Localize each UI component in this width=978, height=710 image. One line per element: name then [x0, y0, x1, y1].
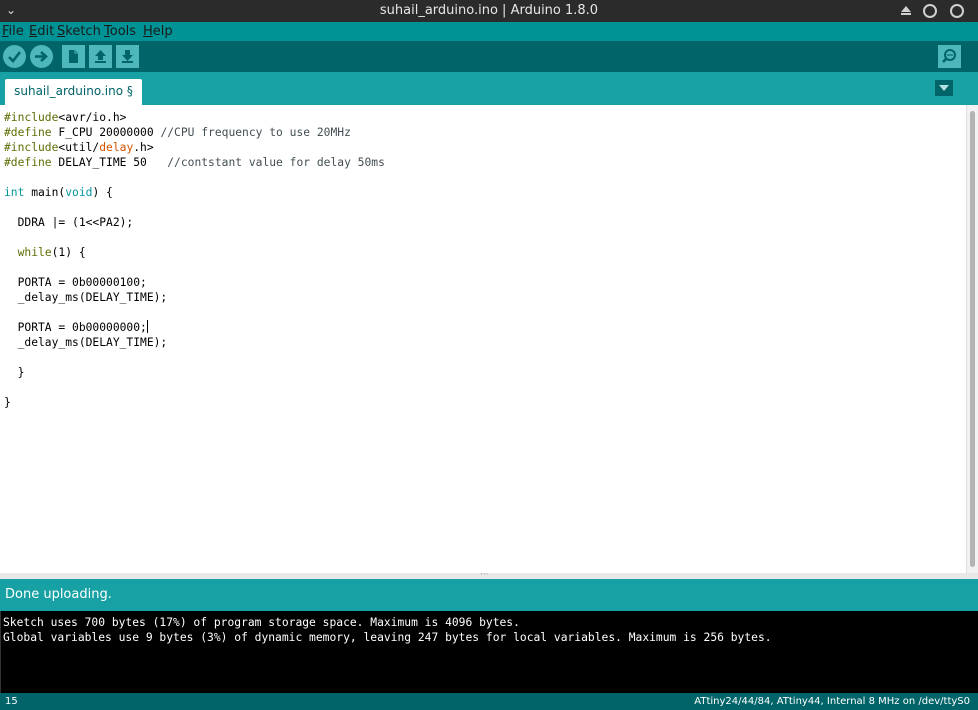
- code-token: }: [4, 366, 25, 379]
- code-token: //contstant value for delay 50ms: [167, 156, 385, 169]
- code-line[interactable]: #include<avr/io.h>: [4, 110, 126, 125]
- save-icon: [122, 50, 133, 63]
- status-bar: Done uploading.: [0, 579, 978, 611]
- scrollbar-thumb[interactable]: [970, 111, 975, 567]
- code-token: _delay_ms(DELAY_TIME);: [4, 336, 168, 349]
- code-line[interactable]: int main(void) {: [4, 185, 113, 200]
- code-token: PORTA = 0b00000100;: [4, 276, 147, 289]
- code-token: ) {: [92, 186, 113, 199]
- verify-button[interactable]: [3, 45, 26, 68]
- console-line: Global variables use 9 bytes (3%) of dyn…: [3, 631, 772, 644]
- new-button[interactable]: [62, 45, 85, 68]
- new-icon: [69, 50, 78, 63]
- upload-button[interactable]: [30, 45, 53, 68]
- code-line[interactable]: #define F_CPU 20000000 //CPU frequency t…: [4, 125, 351, 140]
- footer-bar: 15 ATtiny24/44/84, ATtiny44, Internal 8 …: [0, 693, 978, 710]
- code-token: main(: [24, 186, 66, 199]
- code-token: F_CPU 20000000: [51, 126, 161, 139]
- upload-icon: [35, 51, 48, 62]
- verify-icon: [8, 51, 22, 63]
- code-token: #define: [4, 126, 52, 139]
- maximize-icon[interactable]: [923, 4, 937, 18]
- tab-menu-button[interactable]: [935, 80, 953, 96]
- code-token: #define: [4, 156, 52, 169]
- code-token: #include: [4, 141, 59, 154]
- text-caret: [146, 320, 148, 333]
- menu-sketch[interactable]: Sketch: [57, 23, 101, 40]
- code-token: //CPU frequency to use 20MHz: [160, 126, 351, 139]
- serial-monitor-icon: [942, 49, 956, 63]
- save-button[interactable]: [116, 45, 139, 68]
- code-token: DELAY_TIME 50: [51, 156, 168, 169]
- console-line: Sketch uses 700 bytes (17%) of program s…: [3, 616, 520, 629]
- serial-monitor-button[interactable]: [938, 45, 961, 68]
- code-token: int: [4, 186, 25, 199]
- code-line[interactable]: _delay_ms(DELAY_TIME);: [4, 335, 168, 350]
- open-icon: [95, 50, 106, 63]
- menu-file[interactable]: File: [2, 23, 24, 40]
- code-line[interactable]: DDRA |= (1<<PA2);: [4, 215, 134, 230]
- code-line[interactable]: _delay_ms(DELAY_TIME);: [4, 290, 168, 305]
- tab-bar: suhail_arduino.ino §: [0, 72, 978, 105]
- code-line[interactable]: }: [4, 395, 11, 410]
- window-title: suhail_arduino.ino | Arduino 1.8.0: [379, 3, 599, 18]
- code-line[interactable]: }: [4, 365, 25, 380]
- code-editor[interactable]: #include<avr/io.h> #define F_CPU 20000000…: [0, 105, 966, 573]
- console-output: Sketch uses 700 bytes (17%) of program s…: [0, 611, 978, 693]
- code-token: while: [17, 246, 52, 259]
- menu-tools[interactable]: Tools: [104, 23, 136, 40]
- title-bar: ⌄ suhail_arduino.ino | Arduino 1.8.0: [0, 0, 978, 22]
- code-token: #include: [4, 111, 59, 124]
- code-line[interactable]: while(1) {: [4, 245, 86, 260]
- code-token: .h>: [133, 141, 154, 154]
- code-line[interactable]: #include<util/delay.h>: [4, 140, 154, 155]
- status-message: Done uploading.: [5, 587, 112, 602]
- code-token: _delay_ms(DELAY_TIME);: [4, 291, 168, 304]
- code-token: DDRA |= (1<<PA2);: [4, 216, 134, 229]
- code-line[interactable]: PORTA = 0b00000000;: [4, 320, 148, 335]
- menu-edit[interactable]: Edit: [29, 23, 54, 40]
- code-line[interactable]: PORTA = 0b00000100;: [4, 275, 147, 290]
- code-line[interactable]: #define DELAY_TIME 50 //contstant value …: [4, 155, 385, 170]
- menu-bar: File Edit Sketch Tools Help: [0, 22, 978, 41]
- board-info: ATtiny24/44/84, ATtiny44, Internal 8 MHz…: [694, 696, 970, 707]
- code-token: PORTA = 0b00000000;: [4, 321, 147, 334]
- open-button[interactable]: [89, 45, 112, 68]
- line-number: 15: [5, 696, 18, 707]
- code-token: <avr/io.h>: [58, 111, 127, 124]
- menu-help[interactable]: Help: [143, 23, 173, 40]
- tab-sketch[interactable]: suhail_arduino.ino §: [5, 79, 142, 105]
- code-token: <util/: [58, 141, 100, 154]
- vertical-scrollbar[interactable]: [966, 105, 978, 573]
- close-icon[interactable]: [950, 4, 964, 18]
- code-token: }: [4, 396, 11, 409]
- code-token: void: [65, 186, 93, 199]
- code-token: delay: [99, 141, 134, 154]
- code-token: (1) {: [51, 246, 86, 259]
- minimize-icon[interactable]: [899, 4, 913, 18]
- toolbar: [0, 41, 978, 72]
